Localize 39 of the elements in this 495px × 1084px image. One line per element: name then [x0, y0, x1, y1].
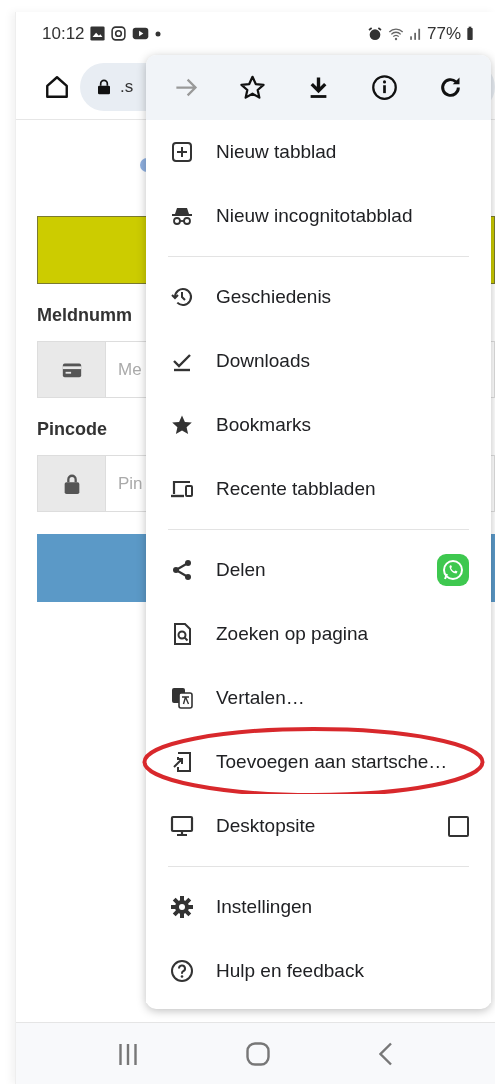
info-icon	[370, 74, 398, 101]
home-icon	[245, 1041, 270, 1066]
monitor-icon	[170, 814, 194, 838]
menu-item[interactable]: Vertalen…	[146, 666, 491, 730]
camera-icon	[109, 25, 127, 42]
dot-icon	[153, 29, 162, 38]
menu-item[interactable]: Instellingen	[146, 875, 491, 939]
clock-time: 10:12	[42, 22, 85, 45]
menu-item[interactable]: Nieuw tabblad	[146, 120, 491, 184]
play-icon	[130, 25, 150, 42]
lock-icon	[96, 78, 112, 96]
star-icon	[239, 74, 267, 101]
battery-level: 77%	[426, 22, 461, 45]
menu-item[interactable]: Zoeken op pagina	[146, 602, 491, 666]
checkbox[interactable]	[448, 815, 469, 837]
signal-icon	[408, 26, 423, 41]
image-icon	[88, 25, 106, 42]
menu-item[interactable]: Downloads	[146, 329, 491, 393]
translate-icon	[170, 686, 194, 710]
menu-item[interactable]: Nieuw incognitotabblad	[146, 184, 491, 248]
home-icon	[44, 74, 70, 100]
plus-box-icon	[170, 140, 194, 164]
menu-item[interactable]: Desktopsite	[146, 794, 491, 858]
menu-item[interactable]: Bookmarks	[146, 393, 491, 457]
field-label: Pincode	[37, 418, 107, 441]
history-icon	[170, 285, 194, 309]
help-icon	[170, 959, 194, 983]
menu-item[interactable]: Geschiedenis	[146, 265, 491, 329]
menu-item[interactable]: Recente tabbladen	[146, 457, 491, 521]
menu-item[interactable]: Hulp en feedback	[146, 939, 491, 1003]
field-label: Meldnumm	[37, 304, 132, 327]
back-icon	[378, 1041, 393, 1066]
url-text: .s	[120, 76, 134, 99]
battery-icon	[465, 25, 475, 42]
share-icon	[170, 558, 194, 582]
menu-item[interactable]: Delen	[146, 538, 491, 602]
settings-icon	[170, 895, 194, 919]
recent-apps-icon	[118, 1043, 137, 1065]
alarm-icon	[366, 25, 383, 42]
